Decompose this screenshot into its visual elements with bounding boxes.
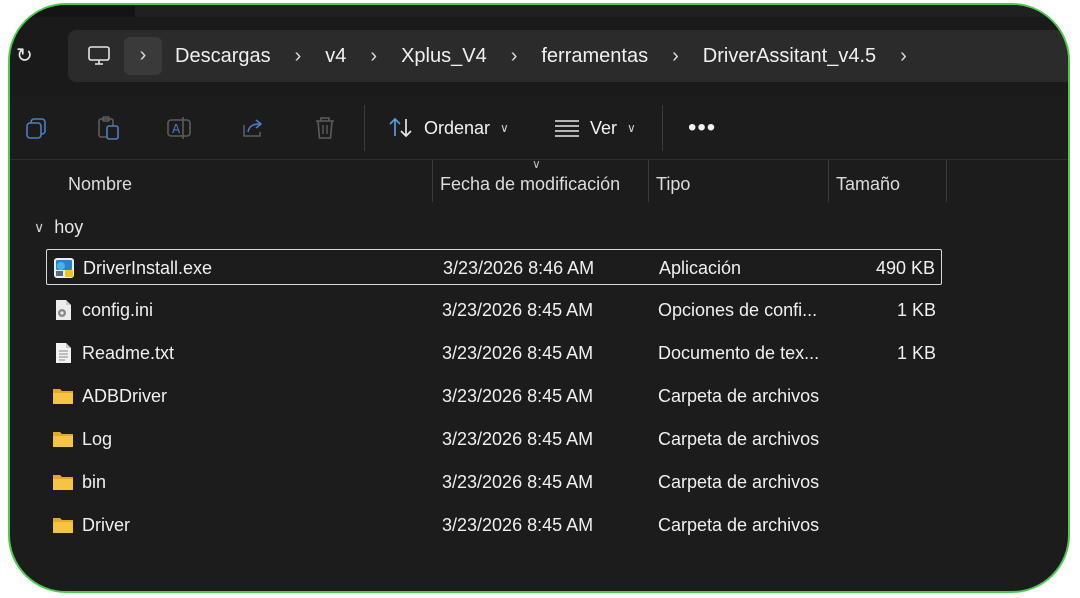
- file-type: Opciones de confi...: [658, 300, 818, 320]
- column-divider[interactable]: [828, 160, 829, 202]
- folder-icon: [52, 514, 74, 536]
- file-type: Aplicación: [659, 258, 742, 278]
- file-row[interactable]: Log 3/23/2026 8:45 AM Carpeta de archivos: [46, 421, 942, 457]
- view-label: Ver: [590, 117, 618, 138]
- sort-button[interactable]: Ordenar ∨: [388, 113, 509, 143]
- file-name: ADBDriver: [82, 386, 168, 406]
- breadcrumb-v4[interactable]: v4: [325, 45, 346, 68]
- file-type: Documento de tex...: [658, 343, 820, 363]
- file-type: Carpeta de archivos: [658, 515, 820, 535]
- file-type: Carpeta de archivos: [658, 429, 820, 449]
- breadcrumb-chevron-icon[interactable]: ›: [295, 45, 302, 68]
- paste-icon[interactable]: [96, 115, 122, 141]
- file-size: 1 KB: [896, 343, 936, 363]
- this-pc-icon[interactable]: [88, 45, 110, 67]
- file-type: Carpeta de archivos: [658, 386, 820, 406]
- column-header-size[interactable]: Tamaño: [836, 174, 900, 195]
- ini-file-icon: [52, 299, 74, 321]
- file-name: Log: [82, 429, 113, 449]
- file-date: 3/23/2026 8:45 AM: [442, 472, 594, 492]
- file-size: 1 KB: [896, 300, 936, 320]
- view-button[interactable]: Ver ∨: [554, 113, 636, 143]
- address-row: ↻ › Descargas › v4 › Xplus_V4 › ferramen…: [10, 17, 1068, 97]
- file-row[interactable]: bin 3/23/2026 8:45 AM Carpeta de archivos: [46, 464, 942, 500]
- breadcrumb-chevron-icon[interactable]: ›: [370, 45, 377, 68]
- column-divider[interactable]: [946, 160, 947, 202]
- column-header-row: Nombre ∨ Fecha de modificación Tipo Tama…: [10, 157, 1068, 202]
- file-row[interactable]: config.ini 3/23/2026 8:45 AM Opciones de c…: [46, 292, 942, 328]
- breadcrumb-chevron-icon[interactable]: ›: [511, 45, 518, 68]
- more-options-icon[interactable]: •••: [688, 114, 716, 142]
- breadcrumb-xplus[interactable]: Xplus_V4: [401, 45, 487, 68]
- breadcrumb-chevron-icon[interactable]: ›: [672, 45, 679, 68]
- file-row[interactable]: Readme.txt 3/23/2026 8:45 AM Documento de …: [46, 335, 942, 371]
- folder-icon: [52, 471, 74, 493]
- column-header-type[interactable]: Tipo: [656, 174, 690, 195]
- view-list-icon: [555, 120, 579, 137]
- breadcrumb-driverassitant[interactable]: DriverAssitant_v4.5: [703, 45, 876, 68]
- address-bar[interactable]: › Descargas › v4 › Xplus_V4 › ferramenta…: [68, 30, 1068, 82]
- refresh-icon[interactable]: ↻: [16, 43, 33, 68]
- column-divider[interactable]: [432, 160, 433, 202]
- column-header-date[interactable]: Fecha de modificación: [440, 174, 620, 195]
- tab-strip: [135, 5, 1068, 17]
- group-header-today[interactable]: ∨ hoy: [34, 217, 83, 238]
- svg-text:A: A: [172, 122, 181, 136]
- toolbar-divider: [662, 105, 663, 151]
- file-date: 3/23/2026 8:45 AM: [442, 515, 594, 535]
- breadcrumb-ferramentas[interactable]: ferramentas: [541, 45, 648, 68]
- file-size: 490 KB: [875, 258, 935, 278]
- chevron-down-icon: ∨: [500, 121, 509, 135]
- file-row[interactable]: Driver 3/23/2026 8:45 AM Carpeta de archiv…: [46, 507, 942, 543]
- copy-icon[interactable]: [24, 115, 50, 141]
- file-name: config.ini: [82, 300, 154, 320]
- folder-icon: [52, 385, 74, 407]
- file-name: bin: [82, 472, 107, 492]
- delete-icon[interactable]: [312, 115, 338, 141]
- file-name: Readme.txt: [82, 343, 175, 363]
- share-icon[interactable]: [240, 115, 266, 141]
- sort-label: Ordenar: [424, 117, 491, 138]
- breadcrumb-chevron-icon[interactable]: ›: [900, 45, 907, 68]
- file-date: 3/23/2026 8:46 AM: [443, 258, 595, 278]
- column-header-name[interactable]: Nombre: [68, 174, 132, 195]
- group-label: hoy: [54, 217, 84, 237]
- toolbar-divider: [364, 105, 365, 151]
- command-bar: A Ordenar ∨ Ver ∨ •••: [10, 97, 1068, 160]
- chevron-down-icon: ∨: [627, 121, 636, 135]
- collapse-chevron-icon[interactable]: ∨: [34, 219, 44, 236]
- file-date: 3/23/2026 8:45 AM: [442, 429, 594, 449]
- explorer-window: ↻ › Descargas › v4 › Xplus_V4 › ferramen…: [8, 3, 1070, 593]
- file-row[interactable]: ADBDriver 3/23/2026 8:45 AM Carpeta de arc…: [46, 378, 942, 414]
- text-file-icon: [52, 342, 74, 364]
- file-name: Driver: [82, 515, 130, 535]
- file-date: 3/23/2026 8:45 AM: [442, 300, 594, 320]
- breadcrumb-descargas[interactable]: Descargas: [175, 45, 271, 68]
- title-strip: [10, 5, 1068, 17]
- file-name: DriverInstall.exe: [83, 258, 213, 278]
- file-type: Carpeta de archivos: [658, 472, 820, 492]
- sort-icon: [389, 117, 412, 138]
- breadcrumb-root-chevron-icon[interactable]: ›: [124, 37, 162, 75]
- column-divider[interactable]: [648, 160, 649, 202]
- file-date: 3/23/2026 8:45 AM: [442, 386, 594, 406]
- file-row[interactable]: DriverInstall.exe 3/23/2026 8:46 AM Aplica…: [46, 249, 942, 285]
- exe-icon: [53, 257, 75, 279]
- breadcrumb: Descargas › v4 › Xplus_V4 › ferramentas …: [175, 44, 931, 68]
- sort-descending-icon: ∨: [532, 157, 541, 171]
- rename-icon[interactable]: A: [166, 115, 192, 141]
- file-date: 3/23/2026 8:45 AM: [442, 343, 594, 363]
- folder-icon: [52, 428, 74, 450]
